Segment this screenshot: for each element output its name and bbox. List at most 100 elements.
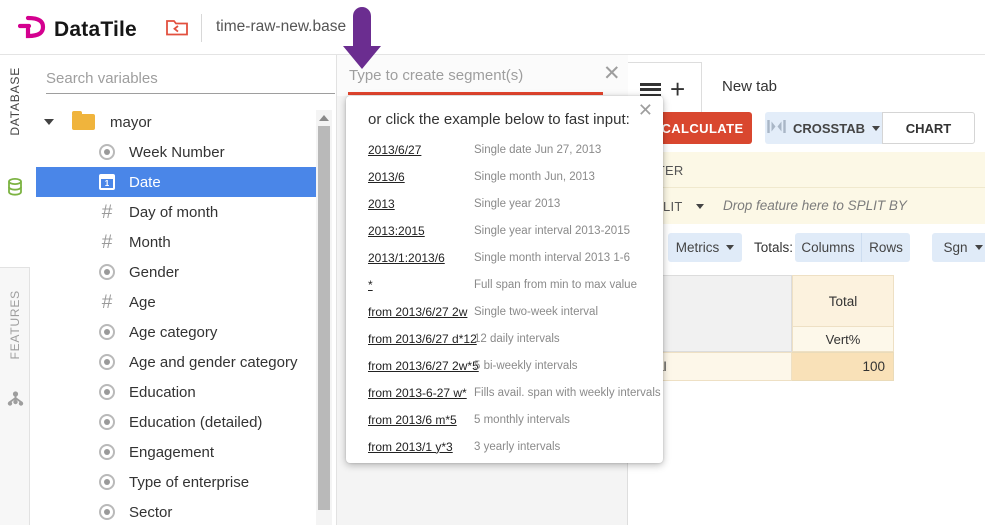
- example-row-from-2013-6-m-5: from 2013/6 m*5 5 monthly intervals: [346, 406, 663, 433]
- example-code-link[interactable]: from 2013/1 y*3: [368, 440, 453, 454]
- example-row-from-2013-6-27-w: from 2013-6-27 w* Fills avail. span with …: [346, 379, 663, 406]
- metrics-label: Metrics: [676, 240, 720, 255]
- example-description: Single date Jun 27, 2013: [474, 144, 601, 156]
- scroll-up-icon[interactable]: [319, 115, 329, 121]
- example-description: 5 bi-weekly intervals: [474, 360, 578, 372]
- topbar-divider: [201, 14, 202, 42]
- tree-item-gender[interactable]: Gender: [36, 257, 316, 287]
- example-code-link[interactable]: from 2013/6/27 2w*5: [368, 359, 479, 373]
- tree-item-age[interactable]: #Age: [36, 287, 316, 317]
- example-description: Single year 2013: [474, 198, 560, 210]
- filter-drop-zone[interactable]: FILTER: [628, 152, 985, 188]
- app-logo[interactable]: DataTile: [18, 12, 137, 47]
- segment-examples-popup: or click the example below to fast input…: [346, 96, 663, 463]
- sidebar-tab-features[interactable]: FEATURES: [0, 268, 30, 483]
- tree-item-label: Sector: [129, 504, 172, 521]
- totals-rows-button[interactable]: Rows: [862, 233, 910, 262]
- calculate-button[interactable]: CALCULATE: [653, 112, 752, 144]
- clear-segment-icon[interactable]: ✕: [603, 63, 621, 84]
- tree-item-type-of-enterprise[interactable]: Type of enterprise: [36, 467, 316, 497]
- example-description: Fills avail. span with weekly intervals: [474, 387, 661, 399]
- example-row-2013-6: 2013/6Single month Jun, 2013: [346, 163, 663, 190]
- hash-icon: #: [98, 233, 116, 252]
- document-title: time-raw-new.base: [216, 18, 346, 36]
- example-code-link[interactable]: 2013: [368, 197, 395, 211]
- example-code-link[interactable]: from 2013/6/27 2w: [368, 305, 467, 319]
- sgn-button[interactable]: Sgn: [932, 233, 985, 262]
- radio-icon: [98, 354, 116, 370]
- example-code-link[interactable]: 2013:2015: [368, 224, 425, 238]
- example-code-link[interactable]: 2013/1:2013/6: [368, 251, 445, 265]
- tree-scrollbar[interactable]: [316, 110, 332, 525]
- radio-icon: [98, 384, 116, 400]
- tree-item-education[interactable]: Education: [36, 377, 316, 407]
- search-underline: [46, 93, 335, 94]
- brand-name: DataTile: [54, 18, 137, 42]
- tree-item-week-number[interactable]: Week Number: [36, 137, 316, 167]
- menu-icon[interactable]: [640, 83, 661, 96]
- chart-button[interactable]: CHART: [882, 112, 975, 144]
- crosstab-button[interactable]: CROSSTAB: [765, 112, 882, 144]
- segment-input[interactable]: [349, 63, 589, 87]
- tree-item-day-of-month[interactable]: #Day of month: [36, 197, 316, 227]
- example-row-from-2013-6-27-2w: from 2013/6/27 2wSingle two-week interva…: [346, 298, 663, 325]
- variables-panel: mayor Week Number1Date#Day of month#Mont…: [30, 55, 337, 525]
- popup-title: or click the example below to fast input…: [368, 111, 630, 128]
- caret-down-icon[interactable]: [44, 119, 54, 125]
- annotation-arrow-down: [340, 4, 384, 75]
- tree-item-engagement[interactable]: Engagement: [36, 437, 316, 467]
- split-dropdown-icon[interactable]: [696, 204, 704, 209]
- top-bar: DataTile time-raw-new.base: [0, 0, 985, 55]
- folder-label: mayor: [110, 114, 152, 131]
- radio-icon: [98, 324, 116, 340]
- hash-icon: #: [98, 293, 116, 312]
- crosstab-label: CROSSTAB: [793, 121, 865, 136]
- scrollbar-thumb[interactable]: [318, 126, 330, 510]
- tree-item-sector[interactable]: Sector: [36, 497, 316, 525]
- metrics-button[interactable]: Metrics: [668, 233, 742, 262]
- example-row-2013-6-27: 2013/6/27 Single date Jun 27, 2013: [346, 136, 663, 163]
- table-metric-header[interactable]: Vert%: [792, 327, 894, 352]
- totals-label: Totals:: [754, 240, 793, 255]
- crosstab-dropdown-icon[interactable]: [872, 126, 880, 131]
- tree-item-label: Age and gender category: [129, 354, 297, 371]
- crosstab-panel: + New tab CALCULATE CROSSTAB CHART FILTE…: [628, 55, 985, 525]
- example-code-link[interactable]: from 2013/6 m*5: [368, 413, 457, 427]
- features-icon: [7, 390, 24, 407]
- search-input[interactable]: [46, 65, 316, 91]
- sidebar-tab-database[interactable]: DATABASE: [0, 55, 30, 268]
- table-value-cell[interactable]: 100: [792, 352, 894, 381]
- example-row-from-2013-6-27-2w-5: from 2013/6/27 2w*55 bi-weekly intervals: [346, 352, 663, 379]
- example-description: 5 monthly intervals: [474, 414, 570, 426]
- tab-new-tab[interactable]: New tab: [722, 78, 777, 95]
- radio-icon: [98, 144, 116, 160]
- tree-item-label: Type of enterprise: [129, 474, 249, 491]
- example-code-link[interactable]: from 2013/6/27 d*12: [368, 332, 477, 346]
- popup-close-icon[interactable]: ✕: [638, 101, 653, 119]
- back-to-folder-icon[interactable]: [165, 17, 189, 42]
- example-code-link[interactable]: from 2013-6-27 w*: [368, 386, 467, 400]
- tree-folder-mayor[interactable]: mayor: [36, 107, 316, 137]
- tree-item-education-detailed[interactable]: Education (detailed): [36, 407, 316, 437]
- tree-item-age-and-gender-category[interactable]: Age and gender category: [36, 347, 316, 377]
- tree-item-age-category[interactable]: Age category: [36, 317, 316, 347]
- split-drop-hint[interactable]: Drop feature here to SPLIT BY: [723, 198, 907, 213]
- example-description: 3 yearly intervals: [474, 441, 560, 453]
- tree-item-label: Education: [129, 384, 196, 401]
- tree-item-label: Education (detailed): [129, 414, 262, 431]
- examples-list: 2013/6/27Single date Jun 27, 20132013/6S…: [346, 136, 663, 460]
- variables-tree: mayor Week Number1Date#Day of month#Mont…: [30, 107, 337, 525]
- radio-icon: [98, 474, 116, 490]
- folder-icon: [72, 114, 95, 130]
- example-code-link[interactable]: 2013/6: [368, 170, 405, 184]
- example-code-link[interactable]: *: [368, 278, 373, 292]
- example-code-link[interactable]: 2013/6/27: [368, 143, 421, 157]
- add-tab-icon[interactable]: +: [670, 74, 685, 105]
- tree-item-month[interactable]: #Month: [36, 227, 316, 257]
- sgn-dropdown-icon: [975, 245, 983, 250]
- tree-item-date[interactable]: 1Date: [36, 167, 316, 197]
- table-column-header[interactable]: Total: [792, 275, 894, 327]
- metrics-dropdown-icon: [726, 245, 734, 250]
- totals-columns-button[interactable]: Columns: [795, 233, 862, 262]
- example-description: Single year interval 2013-2015: [474, 225, 630, 237]
